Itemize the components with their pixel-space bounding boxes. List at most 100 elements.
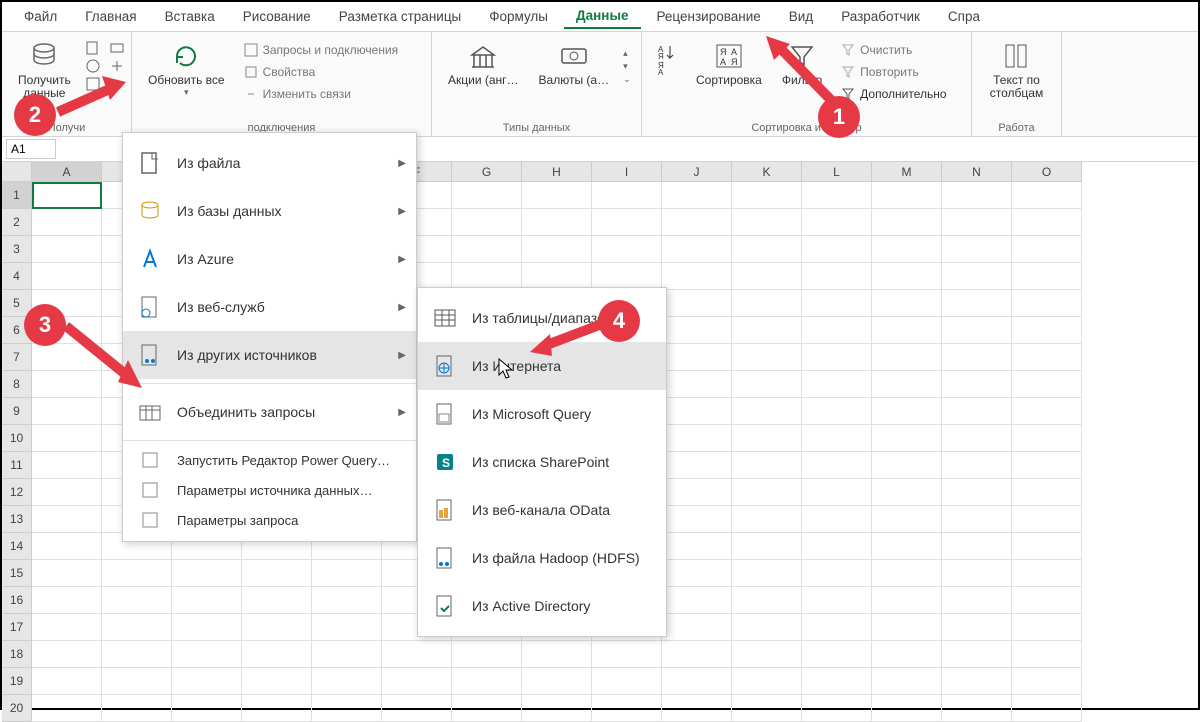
cell[interactable] — [662, 371, 732, 398]
currencies-button[interactable]: Валюты (а… — [533, 36, 616, 91]
column-header[interactable]: K — [732, 162, 802, 182]
cell[interactable] — [732, 236, 802, 263]
cell[interactable] — [102, 587, 172, 614]
cell[interactable] — [382, 668, 452, 695]
cell[interactable] — [1012, 236, 1082, 263]
row-header[interactable]: 7 — [2, 344, 32, 371]
cell[interactable] — [172, 695, 242, 722]
menu-item[interactable]: Параметры запроса — [123, 505, 416, 535]
cell[interactable] — [872, 587, 942, 614]
menu-item[interactable]: SИз списка SharePoint — [418, 438, 666, 486]
cell[interactable] — [942, 668, 1012, 695]
cell[interactable] — [662, 641, 732, 668]
reapply-button[interactable]: Повторить — [836, 62, 950, 82]
cell[interactable] — [32, 587, 102, 614]
cell[interactable] — [802, 695, 872, 722]
row-header[interactable]: 8 — [2, 371, 32, 398]
menu-item[interactable]: Из файла▶ — [123, 139, 416, 187]
name-box[interactable]: A1 — [6, 139, 56, 159]
cell[interactable] — [242, 614, 312, 641]
cell[interactable] — [872, 425, 942, 452]
cell[interactable] — [312, 560, 382, 587]
cell[interactable] — [732, 641, 802, 668]
cell[interactable] — [1012, 641, 1082, 668]
cell[interactable] — [452, 263, 522, 290]
column-header[interactable]: I — [592, 162, 662, 182]
cell[interactable] — [942, 641, 1012, 668]
cell[interactable] — [872, 182, 942, 209]
cell[interactable] — [242, 587, 312, 614]
cell[interactable] — [872, 398, 942, 425]
cell[interactable] — [732, 668, 802, 695]
cell[interactable] — [872, 479, 942, 506]
properties-button[interactable]: Свойства — [239, 62, 403, 82]
cell[interactable] — [522, 236, 592, 263]
cell[interactable] — [312, 695, 382, 722]
chevron-up-icon[interactable]: ▴ — [623, 48, 631, 59]
cell[interactable] — [102, 560, 172, 587]
tab-рисование[interactable]: Рисование — [231, 5, 323, 28]
cell[interactable] — [382, 641, 452, 668]
cell[interactable] — [942, 182, 1012, 209]
cell[interactable] — [872, 209, 942, 236]
row-header[interactable]: 11 — [2, 452, 32, 479]
cell[interactable] — [802, 209, 872, 236]
row-header[interactable]: 16 — [2, 587, 32, 614]
sort-button[interactable]: ЯААЯ Сортировка — [690, 36, 768, 91]
cell[interactable] — [732, 290, 802, 317]
cell[interactable] — [872, 317, 942, 344]
cell[interactable] — [172, 668, 242, 695]
cell[interactable] — [592, 668, 662, 695]
row-header[interactable]: 4 — [2, 263, 32, 290]
cell[interactable] — [802, 614, 872, 641]
cell[interactable] — [802, 587, 872, 614]
cell[interactable] — [662, 479, 732, 506]
cell[interactable] — [32, 236, 102, 263]
cell[interactable] — [662, 263, 732, 290]
cell[interactable] — [732, 209, 802, 236]
cell[interactable] — [1012, 560, 1082, 587]
cell[interactable] — [942, 209, 1012, 236]
cell[interactable] — [732, 398, 802, 425]
tab-разработчик[interactable]: Разработчик — [829, 5, 932, 28]
cell[interactable] — [662, 452, 732, 479]
cell[interactable] — [32, 641, 102, 668]
cell[interactable] — [662, 506, 732, 533]
cell[interactable] — [802, 668, 872, 695]
cell[interactable] — [872, 452, 942, 479]
cell[interactable] — [662, 398, 732, 425]
cell[interactable] — [102, 641, 172, 668]
cell[interactable] — [802, 425, 872, 452]
cell[interactable] — [872, 641, 942, 668]
cell[interactable] — [1012, 668, 1082, 695]
tab-вид[interactable]: Вид — [777, 5, 825, 28]
row-header[interactable]: 19 — [2, 668, 32, 695]
cell[interactable] — [102, 668, 172, 695]
cell[interactable] — [32, 668, 102, 695]
cell[interactable] — [802, 398, 872, 425]
cell[interactable] — [872, 560, 942, 587]
tab-рецензирование[interactable]: Рецензирование — [645, 5, 773, 28]
row-header[interactable]: 17 — [2, 614, 32, 641]
cell[interactable] — [1012, 290, 1082, 317]
cell[interactable] — [1012, 182, 1082, 209]
cell[interactable] — [1012, 695, 1082, 722]
cell[interactable] — [312, 641, 382, 668]
row-header[interactable]: 14 — [2, 533, 32, 560]
column-header[interactable]: H — [522, 162, 592, 182]
menu-item[interactable]: Из файла Hadoop (HDFS) — [418, 534, 666, 582]
cell[interactable] — [802, 236, 872, 263]
cell[interactable] — [32, 533, 102, 560]
cell[interactable] — [872, 290, 942, 317]
cell[interactable] — [242, 695, 312, 722]
row-header[interactable]: 10 — [2, 425, 32, 452]
cell[interactable] — [102, 614, 172, 641]
cell[interactable] — [32, 479, 102, 506]
cell[interactable] — [592, 182, 662, 209]
expand-icon[interactable]: ⌄ — [623, 74, 631, 85]
cell[interactable] — [802, 290, 872, 317]
row-header[interactable]: 12 — [2, 479, 32, 506]
cell[interactable] — [592, 209, 662, 236]
menu-item[interactable]: Из базы данных▶ — [123, 187, 416, 235]
cell[interactable] — [662, 236, 732, 263]
